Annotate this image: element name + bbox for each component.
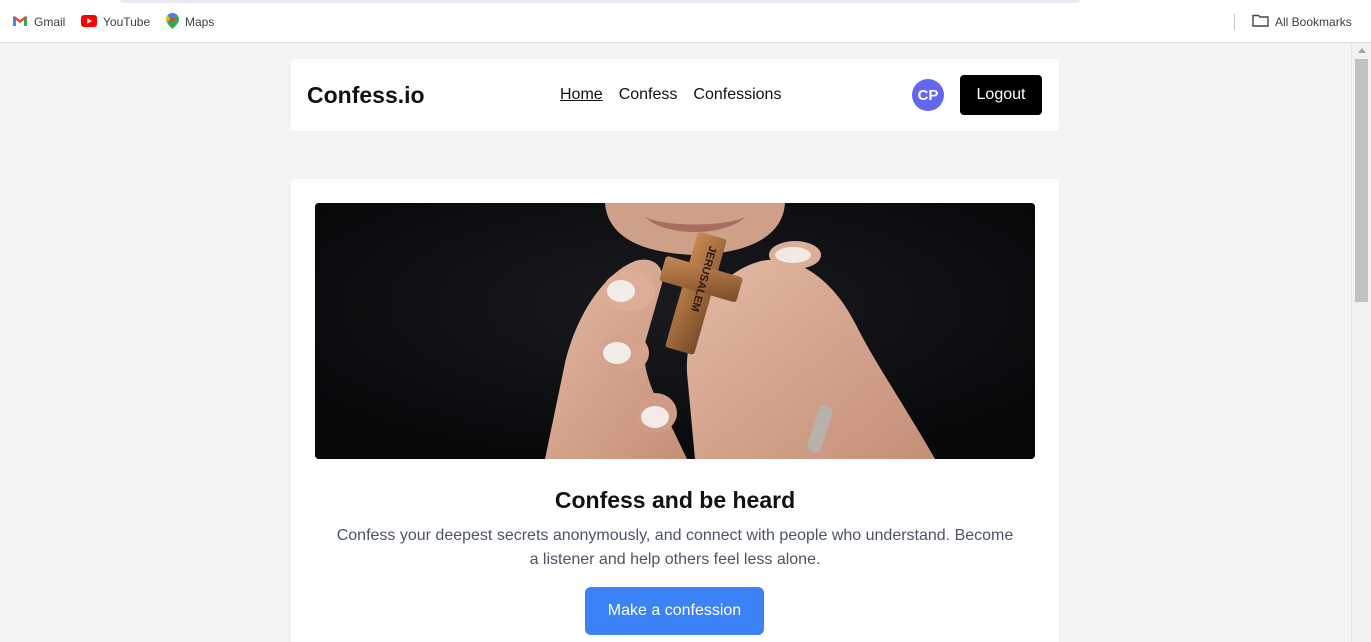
bookmarks-bar: Gmail YouTube Maps All Bookmarks — [0, 0, 1371, 43]
omnibox-edge — [120, 0, 1080, 3]
hero-image: JERUSALEM — [315, 203, 1035, 459]
hero-description: Confess your deepest secrets anonymously… — [336, 527, 1014, 568]
all-bookmarks-button[interactable]: All Bookmarks — [1252, 13, 1352, 31]
page-scrollbar[interactable] — [1351, 43, 1371, 642]
navbar: Confess.io Home Confess Confessions CP L… — [291, 59, 1059, 131]
nav-link-confessions[interactable]: Confessions — [693, 86, 781, 104]
nav-link-home[interactable]: Home — [560, 86, 603, 104]
bookmark-gmail[interactable]: Gmail — [12, 13, 65, 31]
maps-icon — [166, 12, 179, 32]
all-bookmarks-label: All Bookmarks — [1275, 15, 1352, 29]
scroll-thumb[interactable] — [1355, 59, 1368, 302]
avatar[interactable]: CP — [912, 79, 944, 111]
brand-logo[interactable]: Confess.io — [307, 82, 425, 109]
scroll-up-arrow-icon[interactable] — [1358, 48, 1366, 53]
hero-card: JERUSALEM Confess and be heard Confess y… — [291, 179, 1059, 642]
bookmark-label: Gmail — [34, 15, 66, 29]
hero-title: Confess and be heard — [554, 487, 796, 513]
folder-icon — [1252, 14, 1269, 30]
nav-links: Home Confess Confessions — [560, 86, 781, 104]
nav-link-confess[interactable]: Confess — [619, 86, 678, 104]
gmail-icon — [12, 15, 28, 30]
make-confession-button[interactable]: Make a confession — [585, 587, 764, 635]
bookmark-label: YouTube — [103, 15, 151, 29]
bookmark-youtube[interactable]: YouTube — [81, 13, 150, 31]
bookmark-label: Maps — [185, 15, 215, 29]
bookmarks-divider — [1234, 14, 1235, 30]
bookmark-maps[interactable]: Maps — [166, 12, 215, 32]
youtube-icon — [81, 14, 97, 30]
logout-button[interactable]: Logout — [960, 75, 1042, 115]
